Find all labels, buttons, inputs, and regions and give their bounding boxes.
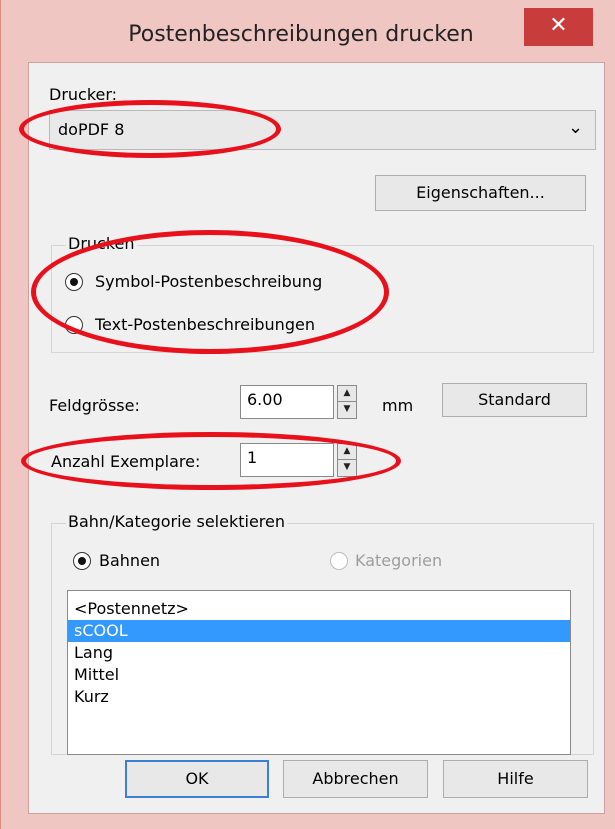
- dialog-title: Postenbeschreibungen drucken: [128, 22, 474, 47]
- field-size-unit: mm: [382, 396, 414, 415]
- list-item-selected[interactable]: sCOOL: [68, 620, 570, 642]
- stepper-down-icon[interactable]: ▼: [338, 460, 356, 476]
- close-icon: ✕: [549, 13, 568, 38]
- categories-radio: [330, 552, 348, 570]
- printer-label: Drucker:: [49, 85, 118, 104]
- field-size-label: Feldgrösse:: [49, 396, 140, 415]
- courses-radio[interactable]: [73, 552, 91, 570]
- copies-stepper[interactable]: ▲ ▼: [337, 443, 357, 477]
- course-category-group-title: Bahn/Kategorie selektieren: [66, 512, 287, 531]
- print-group: [51, 245, 594, 353]
- standard-button[interactable]: Standard: [442, 383, 587, 417]
- stepper-up-icon[interactable]: ▲: [338, 444, 356, 460]
- close-button[interactable]: ✕: [524, 8, 593, 46]
- print-group-title: Drucken: [66, 234, 137, 253]
- text-description-radio[interactable]: [65, 316, 83, 334]
- copies-label: Anzahl Exemplare:: [51, 452, 201, 471]
- dialog-client-area: Drucker: doPDF 8 ⌄ Eigenschaften... Druc…: [28, 62, 605, 814]
- field-size-input[interactable]: 6.00: [240, 385, 334, 419]
- stepper-up-icon[interactable]: ▲: [338, 386, 356, 402]
- chevron-down-icon: ⌄: [568, 117, 584, 138]
- list-item[interactable]: Lang: [68, 642, 570, 664]
- title-bar[interactable]: Postenbeschreibungen drucken ✕: [1, 0, 615, 62]
- stepper-down-icon[interactable]: ▼: [338, 402, 356, 418]
- list-item[interactable]: <Postennetz>: [68, 598, 570, 620]
- list-item[interactable]: Kurz: [68, 686, 570, 708]
- courses-label[interactable]: Bahnen: [99, 551, 160, 570]
- copies-input[interactable]: 1: [240, 443, 334, 477]
- symbol-description-radio[interactable]: [65, 273, 83, 291]
- categories-label: Kategorien: [355, 551, 443, 570]
- printer-select-value: doPDF 8: [58, 120, 125, 139]
- field-size-stepper[interactable]: ▲ ▼: [337, 385, 357, 419]
- properties-button[interactable]: Eigenschaften...: [375, 175, 586, 211]
- course-listbox[interactable]: <Postennetz> sCOOL Lang Mittel Kurz: [67, 590, 571, 755]
- symbol-description-label[interactable]: Symbol-Postenbeschreibung: [95, 272, 322, 291]
- help-button[interactable]: Hilfe: [443, 760, 588, 798]
- list-item[interactable]: Mittel: [68, 664, 570, 686]
- text-description-label[interactable]: Text-Postenbeschreibungen: [95, 315, 315, 334]
- cancel-button[interactable]: Abbrechen: [283, 760, 428, 798]
- ok-button[interactable]: OK: [125, 760, 269, 798]
- dialog-window: Postenbeschreibungen drucken ✕ Drucker: …: [0, 0, 615, 829]
- printer-select[interactable]: doPDF 8 ⌄: [49, 110, 596, 150]
